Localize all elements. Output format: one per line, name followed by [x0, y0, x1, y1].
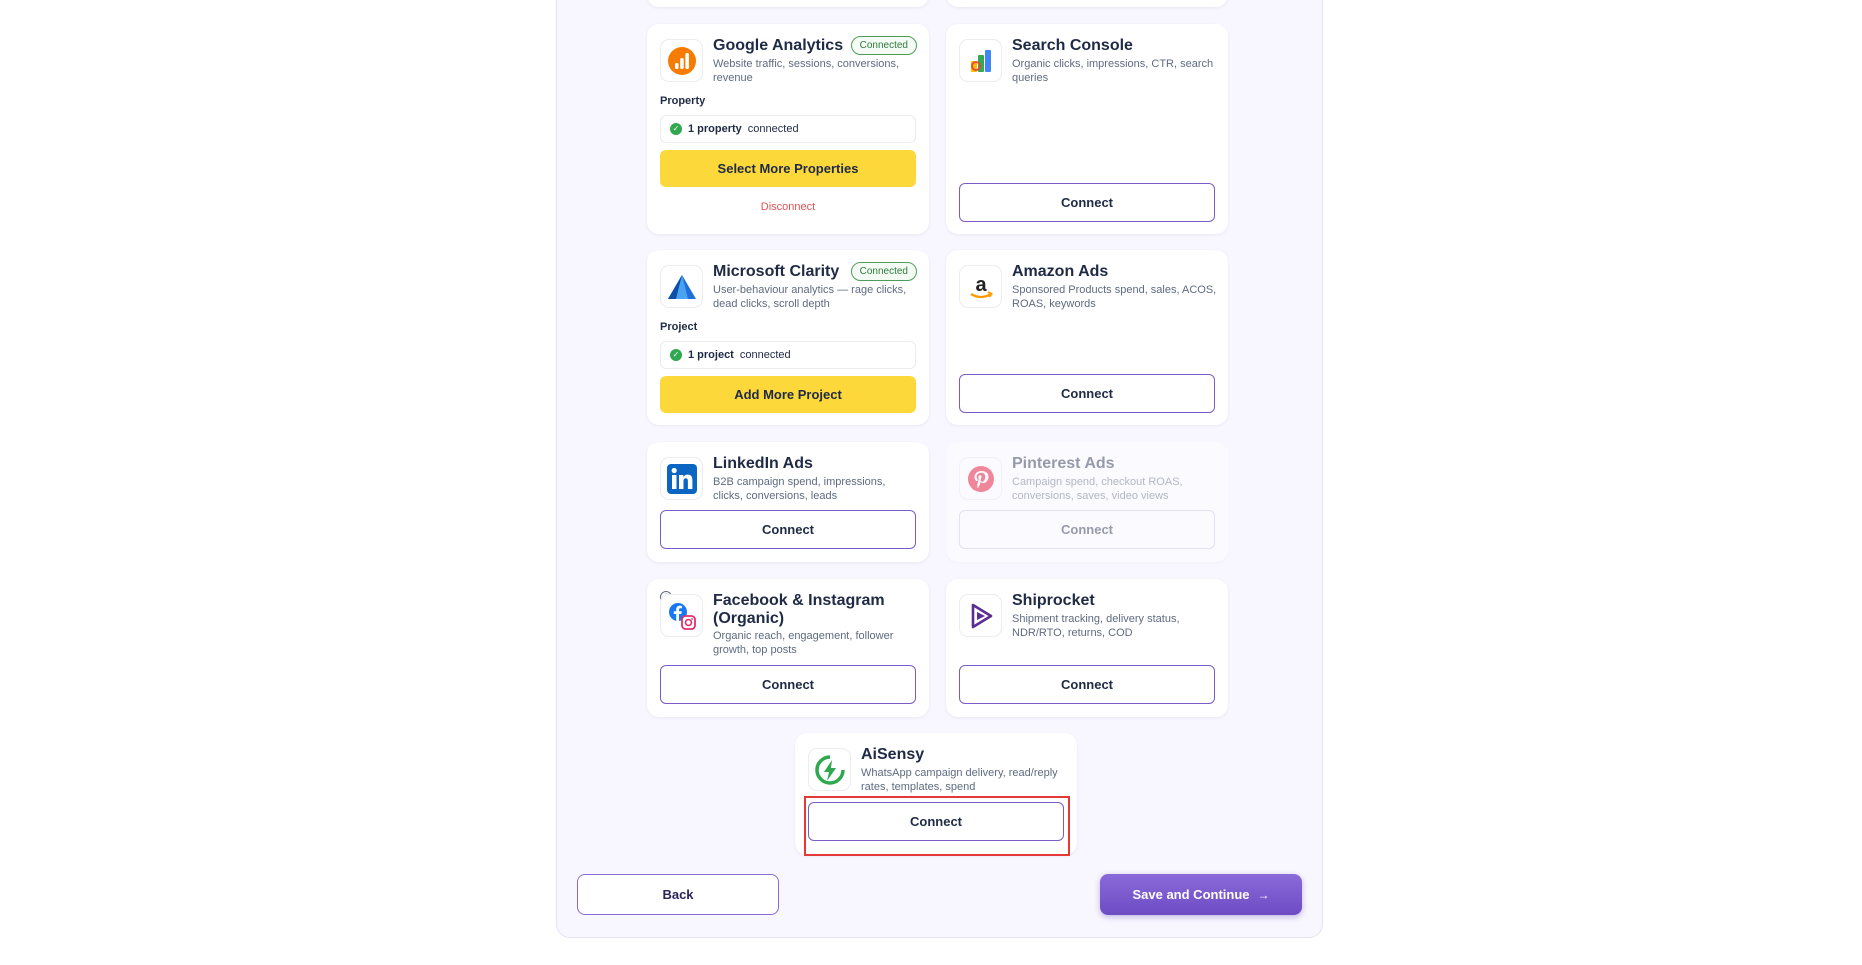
- property-label: Property: [660, 95, 706, 107]
- aisensy-logo-icon: [808, 748, 851, 791]
- card-microsoft-clarity: Microsoft Clarity Connected User-behavio…: [647, 250, 929, 425]
- status-text: connected: [747, 123, 799, 135]
- card-description: Sponsored Products spend, sales, ACOS, R…: [1012, 284, 1217, 310]
- check-circle-icon: ✓: [670, 123, 682, 135]
- card-description: User-behaviour analytics — rage clicks, …: [713, 284, 907, 310]
- project-status: ✓ 1 project connected: [660, 341, 916, 369]
- amazon-logo-icon: a: [959, 265, 1002, 308]
- google-analytics-logo-icon: [660, 39, 703, 82]
- svg-text:a: a: [975, 274, 987, 296]
- card-partial-left: [647, 0, 929, 7]
- card-facebook-instagram: i Facebook & Instagram (Organic) Organic…: [647, 579, 929, 717]
- card-amazon-ads: a Amazon Ads Sponsored Products spend, s…: [946, 250, 1228, 425]
- card-title: LinkedIn Ads: [713, 455, 813, 472]
- connect-button[interactable]: Connect: [959, 374, 1215, 413]
- check-circle-icon: ✓: [670, 349, 682, 361]
- card-shiprocket: Shiprocket Shipment tracking, delivery s…: [946, 579, 1228, 717]
- highlight-box: [804, 796, 1070, 856]
- card-description: B2B campaign spend, impressions, clicks,…: [713, 476, 886, 502]
- card-google-analytics: Google Analytics Connected Website traff…: [647, 24, 929, 234]
- card-title: Pinterest Ads: [1012, 455, 1115, 472]
- connect-button[interactable]: Connect: [959, 183, 1215, 222]
- back-button[interactable]: Back: [577, 874, 779, 915]
- connect-button[interactable]: Connect: [660, 665, 916, 704]
- card-description: WhatsApp campaign delivery, read/reply r…: [861, 767, 1058, 793]
- card-title: Microsoft Clarity: [713, 263, 840, 280]
- select-more-properties-button[interactable]: Select More Properties: [660, 150, 916, 187]
- connected-badge: Connected: [850, 262, 917, 281]
- facebook-instagram-logo-icon: [660, 594, 703, 637]
- card-title: Google Analytics: [713, 37, 844, 54]
- linkedin-logo-icon: [660, 457, 703, 500]
- status-count: 1 property: [688, 123, 742, 135]
- add-more-project-button[interactable]: Add More Project: [660, 376, 916, 413]
- card-description: Organic clicks, impressions, CTR, search…: [1012, 58, 1214, 84]
- save-and-continue-button[interactable]: Save and Continue →: [1100, 874, 1302, 915]
- connect-button[interactable]: Connect: [959, 665, 1215, 704]
- card-description: Shipment tracking, delivery status, NDR/…: [1012, 613, 1180, 639]
- card-title: Shiprocket: [1012, 592, 1095, 609]
- card-description: Organic reach, engagement, follower grow…: [713, 630, 894, 656]
- card-search-console: Search Console Organic clicks, impressio…: [946, 24, 1228, 234]
- status-text: connected: [739, 349, 791, 361]
- card-linkedin-ads: LinkedIn Ads B2B campaign spend, impress…: [647, 442, 929, 562]
- arrow-right-icon: →: [1257, 888, 1270, 902]
- status-count: 1 project: [688, 349, 734, 361]
- project-label: Project: [660, 321, 698, 333]
- card-title: Amazon Ads: [1012, 263, 1109, 280]
- card-description: Campaign spend, checkout ROAS, conversio…: [1012, 476, 1183, 502]
- search-console-logo-icon: [959, 39, 1002, 82]
- card-title: Search Console: [1012, 37, 1133, 54]
- card-partial-right: [946, 0, 1228, 7]
- connected-badge: Connected: [850, 36, 917, 55]
- card-title: AiSensy: [861, 746, 925, 763]
- microsoft-clarity-logo-icon: [660, 265, 703, 308]
- connect-button-disabled: Connect: [959, 510, 1215, 549]
- shiprocket-logo-icon: [959, 594, 1002, 637]
- connect-button[interactable]: Connect: [660, 510, 916, 549]
- pinterest-logo-icon: [959, 457, 1002, 500]
- property-status: ✓ 1 property connected: [660, 115, 916, 143]
- card-title: Facebook & Instagram (Organic): [713, 592, 885, 627]
- card-description: Website traffic, sessions, conversions, …: [713, 58, 900, 84]
- save-button-label: Save and Continue: [1132, 887, 1250, 902]
- card-pinterest-ads: Pinterest Ads Campaign spend, checkout R…: [946, 442, 1228, 562]
- disconnect-link[interactable]: Disconnect: [647, 201, 929, 213]
